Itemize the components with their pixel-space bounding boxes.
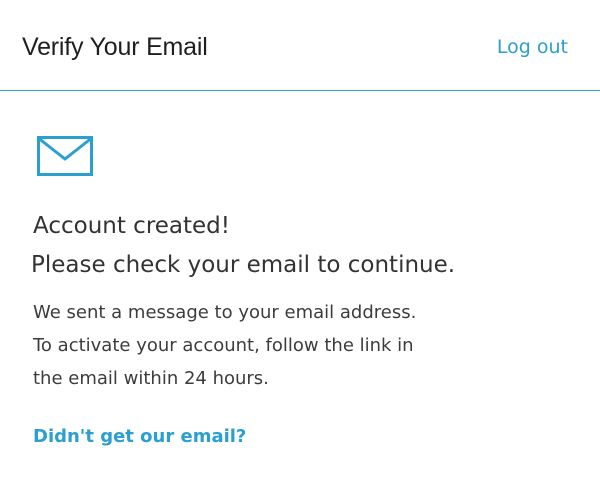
- account-created-heading: Account created!: [33, 213, 231, 239]
- message-line: We sent a message to your email address.: [33, 302, 417, 323]
- header-bar: Verify Your Email Log out: [0, 0, 600, 91]
- page-title: Verify Your Email: [22, 33, 208, 61]
- message-line: the email within 24 hours.: [33, 368, 269, 389]
- message-line: To activate your account, follow the lin…: [33, 335, 414, 356]
- resend-email-link[interactable]: Didn't get our email?: [33, 426, 246, 447]
- verification-message: We sent a message to your email address.…: [33, 296, 416, 395]
- logout-link[interactable]: Log out: [497, 36, 568, 58]
- check-email-heading: Please check your email to continue.: [31, 252, 456, 278]
- envelope-icon: [37, 136, 93, 176]
